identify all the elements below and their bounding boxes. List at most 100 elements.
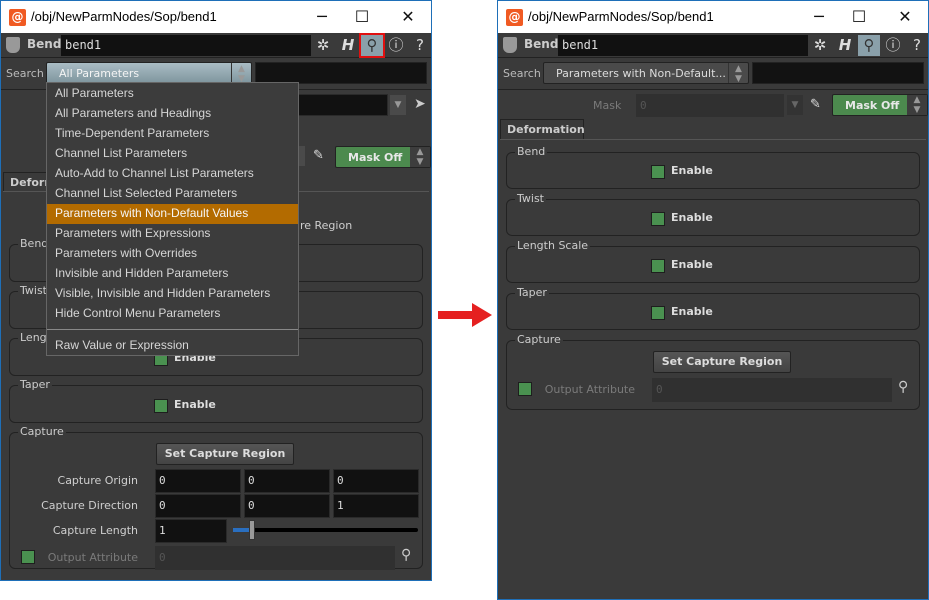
menu-item[interactable]: All Parameters and Headings	[47, 104, 298, 124]
node-name-field[interactable]: bend1	[61, 35, 311, 56]
deformation-panel: Bend Enable Twist Enable Length Scale En…	[500, 139, 926, 599]
parameter-window-after: @ /obj/NewParmNodes/Sop/bend1 ─ ☐ ✕ Bend…	[497, 0, 929, 600]
group-capture: Capture Set Capture Region Output Attrib…	[506, 333, 920, 410]
gear-icon[interactable]: ✲	[312, 35, 334, 56]
pin-icon[interactable]: ⚲	[401, 547, 411, 563]
menu-item[interactable]: Time-Dependent Parameters	[47, 124, 298, 144]
updown-arrow-icon: ▲ ▼	[907, 95, 927, 115]
edit-icon[interactable]: ✎	[313, 148, 324, 163]
capture-origin-z[interactable]: 0	[333, 469, 419, 493]
mask-off-toggle[interactable]: Mask Off ▲ ▼	[832, 94, 928, 116]
tab-deformation[interactable]: Deformation	[500, 119, 585, 139]
capture-direction-y[interactable]: 0	[244, 494, 330, 518]
menu-item[interactable]: Auto-Add to Channel List Parameters	[47, 164, 298, 184]
info-icon[interactable]: ⓘ	[882, 35, 904, 56]
enable-checkbox[interactable]	[651, 212, 665, 226]
info-icon[interactable]: ⓘ	[385, 35, 407, 56]
group-label: Capture	[515, 333, 563, 346]
mask-dropdown-button[interactable]: ▼	[787, 95, 803, 115]
node-toolbar: Bend bend1 ✲ H ⚲ ⓘ ?	[498, 33, 928, 58]
output-attribute-checkbox[interactable]	[518, 382, 532, 396]
menu-item[interactable]: All Parameters	[47, 84, 298, 104]
parameter-window-before: @ /obj/NewParmNodes/Sop/bend1 ─ ☐ ✕ Bend…	[0, 0, 432, 581]
menu-item[interactable]: Visible, Invisible and Hidden Parameters	[47, 284, 298, 304]
output-attribute-field: 0	[155, 546, 395, 570]
menu-item[interactable]: Parameters with Expressions	[47, 224, 298, 244]
search-icon[interactable]: ⚲	[858, 35, 880, 56]
close-button[interactable]: ✕	[393, 5, 423, 29]
enable-label: Enable	[671, 164, 713, 177]
set-capture-region-button[interactable]: Set Capture Region	[653, 351, 791, 373]
search-input[interactable]	[255, 62, 427, 84]
capture-origin-x[interactable]: 0	[155, 469, 241, 493]
bend-node-icon[interactable]	[6, 37, 20, 53]
node-type-label: Bend	[524, 37, 559, 51]
arrow-shape	[438, 303, 492, 327]
menu-item[interactable]: Parameters with Non-Default Values	[47, 204, 298, 224]
pointer-icon[interactable]: ➤	[414, 96, 426, 112]
set-capture-region-partial[interactable]: ure Region	[293, 219, 352, 232]
menu-item[interactable]: Parameters with Overrides	[47, 244, 298, 264]
enable-checkbox[interactable]	[154, 399, 168, 413]
edit-icon[interactable]: ✎	[810, 97, 821, 112]
enable-checkbox[interactable]	[651, 259, 665, 273]
menu-item[interactable]: Raw Value or Expression	[47, 336, 298, 356]
help-icon[interactable]: ?	[906, 35, 928, 56]
output-attribute-label: Output Attribute	[544, 383, 635, 396]
enable-label: Enable	[671, 305, 713, 318]
mask-label: Mask	[593, 99, 622, 112]
search-input[interactable]	[752, 62, 924, 84]
group-capture: Capture Set Capture Region Capture Origi…	[9, 425, 423, 570]
close-button[interactable]: ✕	[890, 5, 920, 29]
group-length-scale: Length Scale Enable	[506, 239, 920, 283]
menu-separator	[47, 329, 298, 330]
enable-checkbox[interactable]	[651, 306, 665, 320]
red-arrow-icon	[438, 303, 492, 327]
window-title: /obj/NewParmNodes/Sop/bend1	[528, 9, 714, 24]
menu-item[interactable]: Channel List Parameters	[47, 144, 298, 164]
title-bar: @ /obj/NewParmNodes/Sop/bend1 ─ ☐ ✕	[498, 1, 928, 33]
mask-field[interactable]	[298, 94, 388, 116]
bend-node-icon[interactable]	[503, 37, 517, 53]
maximize-button[interactable]: ☐	[844, 5, 874, 29]
maximize-button[interactable]: ☐	[347, 5, 377, 29]
menu-item[interactable]: Invisible and Hidden Parameters	[47, 264, 298, 284]
menu-item[interactable]: Hide Control Menu Parameters	[47, 304, 298, 324]
minimize-button[interactable]: ─	[804, 5, 834, 29]
mask-off-toggle[interactable]: Mask Off ▲ ▼	[335, 146, 431, 168]
updown-arrow-icon: ▲ ▼	[728, 63, 748, 84]
group-label: Bend	[515, 145, 548, 158]
output-attribute-field: 0	[652, 378, 892, 402]
enable-checkbox[interactable]	[651, 165, 665, 179]
capture-length-field[interactable]: 1	[155, 519, 227, 543]
capture-origin-label: Capture Origin	[57, 474, 138, 487]
slider-handle[interactable]	[248, 520, 255, 540]
search-icon[interactable]: ⚲	[359, 33, 385, 58]
search-label: Search	[503, 67, 541, 80]
updown-arrow-icon: ▲ ▼	[410, 147, 430, 167]
set-capture-region-button[interactable]: Set Capture Region	[156, 443, 294, 465]
group-taper: Taper Enable	[9, 378, 423, 423]
menu-item[interactable]: Channel List Selected Parameters	[47, 184, 298, 204]
node-name-field[interactable]: bend1	[558, 35, 808, 56]
houdini-logo-icon: @	[9, 9, 26, 26]
capture-origin-y[interactable]: 0	[244, 469, 330, 493]
gear-icon[interactable]: ✲	[809, 35, 831, 56]
mask-dropdown-button[interactable]: ▼	[390, 95, 406, 115]
search-filter-value: Parameters with Non-Default...	[556, 67, 726, 80]
group-twist: Twist Enable	[506, 192, 920, 236]
search-filter-dropdown[interactable]: Parameters with Non-Default... ▲ ▼	[543, 62, 749, 84]
group-label: Length Scale	[515, 239, 591, 252]
group-label: Taper	[18, 378, 52, 391]
houdini-h-icon[interactable]: H	[337, 35, 359, 56]
help-icon[interactable]: ?	[409, 35, 431, 56]
output-attribute-checkbox[interactable]	[21, 550, 35, 564]
capture-length-slider[interactable]	[233, 520, 418, 540]
capture-direction-z[interactable]: 1	[333, 494, 419, 518]
capture-direction-x[interactable]: 0	[155, 494, 241, 518]
search-filter-dropdown[interactable]: All Parameters ▲ ▼	[46, 62, 252, 84]
pin-icon[interactable]: ⚲	[898, 379, 908, 395]
houdini-h-icon[interactable]: H	[834, 35, 856, 56]
minimize-button[interactable]: ─	[307, 5, 337, 29]
tab-label: Deformation	[507, 123, 585, 136]
